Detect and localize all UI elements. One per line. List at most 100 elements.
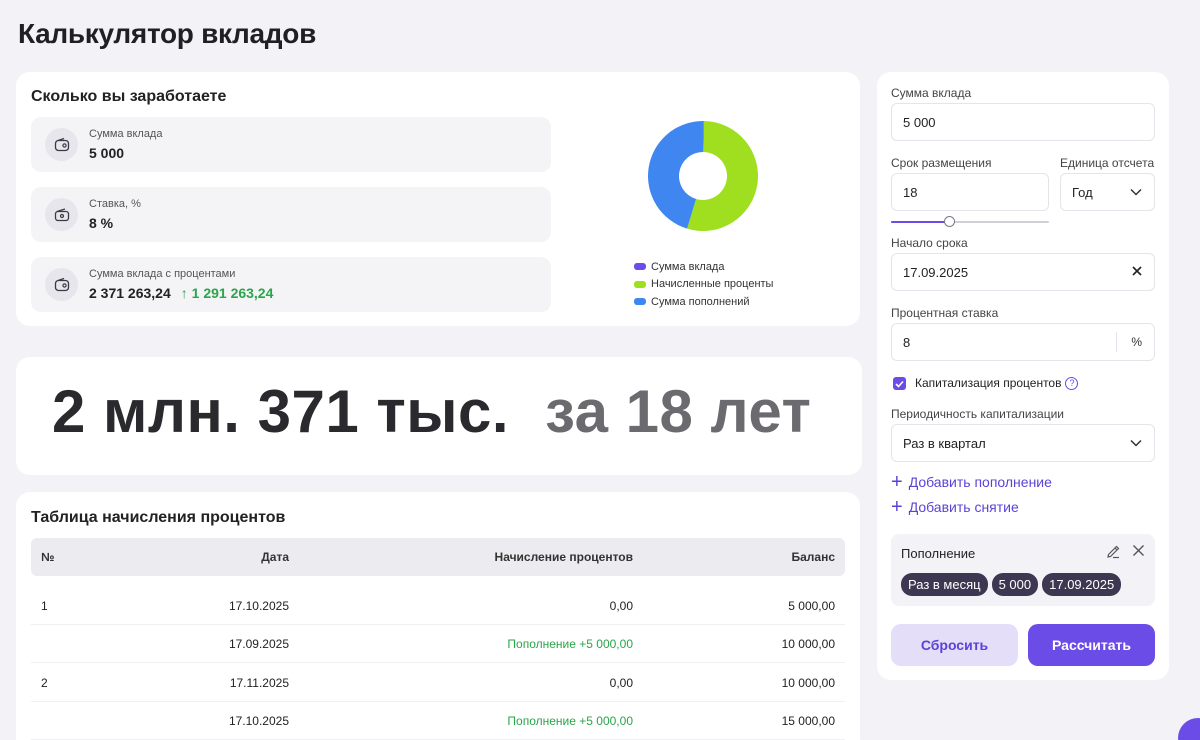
stat-deposit: Сумма вклада 5 000 [31, 117, 551, 172]
topup-title: Пополнение [901, 546, 976, 561]
deposit-value: 5 000 [903, 114, 936, 130]
cell-date: 17.11.2025 [229, 675, 289, 690]
rate-input[interactable]: 8 % [891, 323, 1155, 361]
profit-delta: ↑ 1 291 263,24 [180, 285, 274, 301]
chip-frequency: Раз в месяц [901, 573, 988, 596]
input-divider [1116, 332, 1117, 352]
legend-swatch [634, 263, 646, 271]
capitalization-label: Капитализация процентов [915, 376, 1062, 390]
col-number: № [41, 550, 55, 564]
pencil-icon[interactable] [1106, 544, 1121, 564]
result-amount: 2 млн. 371 тыс. [52, 378, 510, 445]
start-date-input[interactable]: 17.09.2025 [891, 253, 1155, 291]
percent-suffix: % [1131, 335, 1142, 349]
table-title: Таблица начисления процентов [31, 509, 286, 526]
slider-handle[interactable] [944, 216, 956, 227]
result-banner: 2 млн. 371 тыс. за 18 лет [16, 357, 862, 475]
add-withdrawal-link[interactable]: + Добавить снятие [891, 497, 1019, 517]
col-balance: Баланс [791, 550, 835, 564]
stat-label: Сумма вклада с процентами [89, 268, 236, 280]
stat-rate: Ставка, % 8 % [31, 187, 551, 242]
wallet-icon [45, 268, 78, 301]
legend-item: Начисленные проценты [634, 276, 773, 294]
help-icon[interactable]: ? [1065, 376, 1079, 390]
unit-label: Единица отсчета [1060, 156, 1155, 170]
clear-icon[interactable] [1132, 265, 1142, 279]
stat-value: 8 % [89, 215, 114, 231]
cell-number: 1 [41, 598, 48, 613]
legend-swatch [634, 280, 646, 288]
stat-value: 5 000 [89, 145, 125, 161]
capitalization-checkbox[interactable] [893, 377, 906, 390]
total-value: 2 371 263,24 [89, 285, 171, 301]
chevron-down-icon [1130, 436, 1142, 450]
legend-label: Сумма пополнений [651, 295, 750, 308]
chip-amount: 5 000 [991, 573, 1039, 596]
stat-total: Сумма вклада с процентами 2 371 263,24 ↑ … [31, 257, 551, 312]
wallet-icon [45, 128, 78, 161]
deposit-label: Сумма вклада [891, 86, 972, 100]
add-withdrawal-label: Добавить снятие [908, 499, 1019, 515]
add-topup-link[interactable]: + Добавить пополнение [891, 472, 1052, 492]
start-date-value: 17.09.2025 [903, 264, 969, 280]
summary-title: Сколько вы заработаете [31, 88, 227, 105]
cell-balance: 10 000,00 [781, 675, 835, 690]
page-title: Калькулятор вкладов [18, 18, 316, 49]
term-slider[interactable] [891, 215, 1049, 229]
cell-balance: 10 000,00 [781, 636, 835, 651]
table-row: 17.09.2025 Пополнение +5 000,00 10 000,0… [31, 625, 845, 663]
check-icon [895, 380, 904, 388]
close-icon[interactable] [1132, 544, 1145, 562]
chevron-down-icon [1130, 185, 1142, 199]
slider-fill [891, 221, 950, 223]
cell-balance: 15 000,00 [781, 713, 835, 728]
unit-select[interactable]: Год [1060, 173, 1155, 211]
cell-accrual: Пополнение +5 000,00 [507, 713, 633, 728]
cell-date: 17.10.2025 [228, 713, 289, 728]
result-period: за 18 лет [545, 378, 812, 445]
chart-legend: Сумма вклада Начисленные проценты Сумма … [634, 258, 773, 311]
result-text: 2 млн. 371 тыс. за 18 лет [52, 377, 811, 446]
summary-card: Сколько вы заработаете Сумма вклада 5 00… [16, 72, 860, 326]
table-row: 2 17.11.2025 0,00 10 000,00 [31, 664, 845, 702]
cell-accrual: 0,00 [609, 675, 633, 690]
table-row: 1 17.10.2025 0,00 5 000,00 [31, 587, 845, 625]
add-topup-label: Добавить пополнение [908, 474, 1052, 490]
cell-date: 17.09.2025 [228, 636, 289, 651]
table-header: № Дата Начисление процентов Баланс [31, 538, 845, 576]
deposit-input[interactable]: 5 000 [891, 103, 1155, 141]
interest-table-card: Таблица начисления процентов № Дата Начи… [16, 492, 860, 740]
legend-swatch [634, 298, 646, 306]
cell-accrual: Пополнение +5 000,00 [507, 636, 633, 651]
topup-card: Пополнение Раз в месяц 5 000 17.09.2025 [891, 534, 1155, 606]
periodicity-select[interactable]: Раз в квартал [891, 424, 1155, 462]
stat-label: Ставка, % [89, 198, 141, 210]
term-input[interactable]: 18 [891, 173, 1049, 211]
start-label: Начало срока [891, 236, 968, 250]
capitalization-label-wrap[interactable]: Капитализация процентов ? [915, 376, 1079, 390]
stat-value: 2 371 263,24 ↑ 1 291 263,24 [89, 285, 273, 301]
table-row: 17.10.2025 Пополнение +5 000,00 15 000,0… [31, 702, 845, 740]
rate-label: Процентная ставка [891, 306, 999, 320]
periodicity-value: Раз в квартал [903, 435, 986, 451]
plus-icon: + [891, 496, 903, 518]
calculator-form: Сумма вклада 5 000 Срок размещения 18 Ед… [877, 72, 1169, 680]
percent-wallet-icon [45, 198, 78, 231]
legend-label: Начисленные проценты [651, 278, 774, 291]
reset-button[interactable]: Сбросить [891, 624, 1018, 666]
periodicity-label: Периодичность капитализации [891, 407, 1065, 421]
term-label: Срок размещения [891, 156, 992, 170]
term-value: 18 [903, 184, 918, 200]
donut-chart [648, 121, 758, 231]
cell-accrual: 0,00 [609, 598, 633, 613]
plus-icon: + [891, 471, 903, 493]
stat-label: Сумма вклада [89, 128, 163, 140]
rate-value: 8 [903, 334, 911, 350]
cell-date: 17.10.2025 [228, 598, 289, 613]
calculate-button[interactable]: Рассчитать [1028, 624, 1155, 666]
corner-accent [1178, 718, 1200, 740]
col-accrual: Начисление процентов [494, 550, 633, 564]
legend-item: Сумма пополнений [634, 293, 773, 311]
legend-item: Сумма вклада [634, 258, 773, 276]
topup-chips: Раз в месяц 5 000 17.09.2025 [901, 573, 1122, 596]
